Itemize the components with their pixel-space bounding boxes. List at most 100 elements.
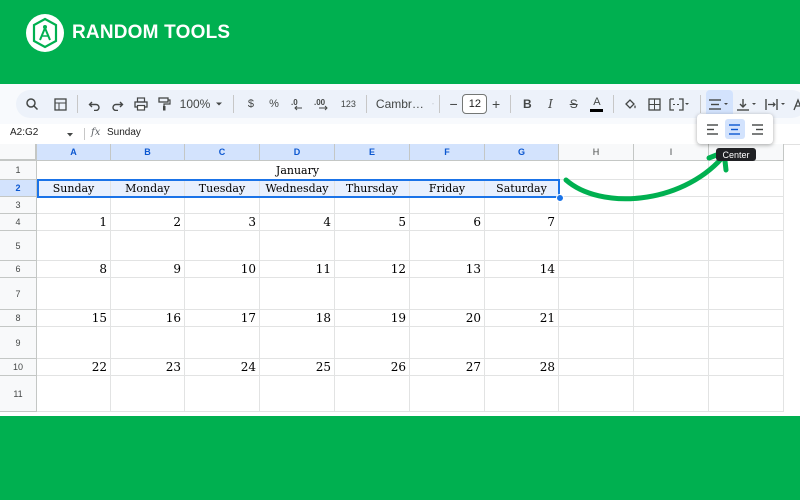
cell[interactable] bbox=[111, 376, 185, 412]
date-cell[interactable]: 15 bbox=[37, 310, 111, 327]
date-cell[interactable]: 16 bbox=[111, 310, 185, 327]
cell[interactable] bbox=[709, 180, 784, 197]
date-cell[interactable]: 12 bbox=[335, 261, 410, 278]
cell[interactable] bbox=[410, 327, 485, 359]
weekday-cell[interactable]: Friday bbox=[410, 180, 485, 197]
currency-format-button[interactable]: $ bbox=[239, 90, 262, 118]
cell[interactable] bbox=[485, 376, 559, 412]
weekday-cell[interactable]: Thursday bbox=[335, 180, 410, 197]
weekday-cell[interactable]: Monday bbox=[111, 180, 185, 197]
cell[interactable] bbox=[634, 327, 709, 359]
date-cell[interactable]: 7 bbox=[485, 214, 559, 231]
date-cell[interactable]: 18 bbox=[260, 310, 335, 327]
cell[interactable] bbox=[709, 161, 784, 180]
date-cell[interactable]: 1 bbox=[37, 214, 111, 231]
date-cell[interactable]: 26 bbox=[335, 359, 410, 376]
cell[interactable] bbox=[634, 231, 709, 261]
date-cell[interactable]: 5 bbox=[335, 214, 410, 231]
date-cell[interactable]: 28 bbox=[485, 359, 559, 376]
cell[interactable] bbox=[37, 197, 111, 214]
cell[interactable] bbox=[634, 161, 709, 180]
cell[interactable] bbox=[335, 327, 410, 359]
row-header-2[interactable]: 2 bbox=[0, 180, 37, 197]
date-cell[interactable]: 17 bbox=[185, 310, 260, 327]
align-center-icon[interactable] bbox=[724, 119, 745, 139]
select-all-corner[interactable] bbox=[0, 144, 37, 161]
cell[interactable] bbox=[709, 278, 784, 310]
italic-button[interactable]: I bbox=[539, 90, 562, 118]
cell[interactable] bbox=[634, 376, 709, 412]
cell[interactable] bbox=[709, 197, 784, 214]
cell[interactable] bbox=[559, 310, 634, 327]
align-left-icon[interactable] bbox=[702, 119, 722, 139]
align-right-icon[interactable] bbox=[748, 119, 768, 139]
column-header-g[interactable]: G bbox=[485, 144, 559, 161]
cell[interactable] bbox=[410, 231, 485, 261]
cell[interactable] bbox=[37, 278, 111, 310]
cell[interactable] bbox=[185, 197, 260, 214]
cell[interactable] bbox=[709, 359, 784, 376]
date-cell[interactable]: 19 bbox=[335, 310, 410, 327]
sheet-grid[interactable]: ABCDEFGHIJ1234567891011JanuarySundayMond… bbox=[0, 144, 800, 416]
date-cell[interactable]: 25 bbox=[260, 359, 335, 376]
column-header-e[interactable]: E bbox=[335, 144, 410, 161]
search-menus-icon[interactable] bbox=[16, 90, 49, 118]
cell[interactable] bbox=[335, 231, 410, 261]
increase-font-size-button[interactable]: + bbox=[487, 90, 504, 118]
cell[interactable] bbox=[634, 278, 709, 310]
cell[interactable] bbox=[260, 376, 335, 412]
zoom-select[interactable]: 100% bbox=[176, 90, 229, 118]
column-header-a[interactable]: A bbox=[37, 144, 111, 161]
table-icon[interactable] bbox=[49, 90, 72, 118]
row-header-5[interactable]: 5 bbox=[0, 231, 37, 261]
cell[interactable] bbox=[559, 231, 634, 261]
cell[interactable] bbox=[485, 327, 559, 359]
date-cell[interactable]: 23 bbox=[111, 359, 185, 376]
decrease-decimal-button[interactable]: .0 bbox=[286, 90, 311, 118]
date-cell[interactable]: 4 bbox=[260, 214, 335, 231]
cell[interactable] bbox=[111, 327, 185, 359]
cell[interactable] bbox=[37, 376, 111, 412]
weekday-cell[interactable]: Tuesday bbox=[185, 180, 260, 197]
row-header-1[interactable]: 1 bbox=[0, 161, 37, 180]
cell[interactable] bbox=[709, 261, 784, 278]
font-size-input[interactable]: 12 bbox=[462, 94, 488, 114]
cell[interactable] bbox=[185, 376, 260, 412]
number-format-button[interactable]: 123 bbox=[336, 90, 361, 118]
row-header-11[interactable]: 11 bbox=[0, 376, 37, 412]
date-cell[interactable]: 10 bbox=[185, 261, 260, 278]
date-cell[interactable]: 24 bbox=[185, 359, 260, 376]
row-header-3[interactable]: 3 bbox=[0, 197, 37, 214]
row-header-10[interactable]: 10 bbox=[0, 359, 37, 376]
column-header-i[interactable]: I bbox=[634, 144, 709, 161]
cell[interactable] bbox=[559, 180, 634, 197]
weekday-cell[interactable]: Sunday bbox=[37, 180, 111, 197]
font-select[interactable]: Cambr… bbox=[372, 90, 434, 118]
row-header-9[interactable]: 9 bbox=[0, 327, 37, 359]
date-cell[interactable]: 27 bbox=[410, 359, 485, 376]
bold-button[interactable]: B bbox=[516, 90, 539, 118]
date-cell[interactable]: 11 bbox=[260, 261, 335, 278]
cell[interactable] bbox=[260, 197, 335, 214]
month-title[interactable]: January bbox=[37, 161, 559, 180]
name-box[interactable]: A2:G2 bbox=[10, 127, 74, 141]
cell[interactable] bbox=[634, 261, 709, 278]
row-header-8[interactable]: 8 bbox=[0, 310, 37, 327]
cell[interactable] bbox=[260, 278, 335, 310]
date-cell[interactable]: 14 bbox=[485, 261, 559, 278]
row-header-4[interactable]: 4 bbox=[0, 214, 37, 231]
paint-format-icon[interactable] bbox=[152, 90, 175, 118]
decrease-font-size-button[interactable]: − bbox=[445, 90, 462, 118]
cell[interactable] bbox=[260, 327, 335, 359]
merge-cells-icon[interactable] bbox=[666, 90, 695, 118]
cell[interactable] bbox=[559, 214, 634, 231]
cell[interactable] bbox=[559, 197, 634, 214]
cell[interactable] bbox=[559, 359, 634, 376]
cell[interactable] bbox=[410, 376, 485, 412]
cell[interactable] bbox=[335, 197, 410, 214]
chevron-down-icon[interactable] bbox=[66, 132, 74, 138]
cell[interactable] bbox=[185, 231, 260, 261]
column-header-f[interactable]: F bbox=[410, 144, 485, 161]
cell[interactable] bbox=[559, 327, 634, 359]
column-header-c[interactable]: C bbox=[185, 144, 260, 161]
